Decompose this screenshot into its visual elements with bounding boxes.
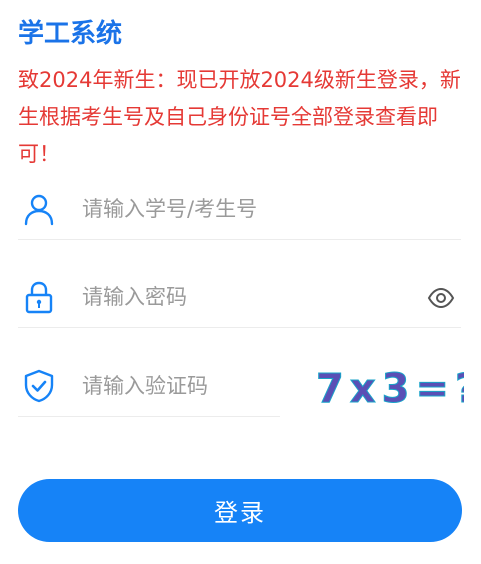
username-field: [18, 180, 461, 240]
captcha-field: [18, 357, 280, 417]
page-title: 学工系统: [18, 19, 123, 49]
captcha-input[interactable]: [82, 365, 272, 407]
lock-icon: [25, 281, 53, 314]
username-input[interactable]: [82, 188, 382, 230]
enrollment-notice: 致2024年新生：现已开放2024级新生登录，新生根据考生号及自己身份证号全部登…: [18, 68, 461, 166]
login-button[interactable]: 登录: [18, 479, 462, 542]
user-icon: [24, 194, 54, 226]
password-field: [18, 268, 461, 328]
captcha-text: 7x3=?: [316, 366, 464, 412]
captcha-image[interactable]: 7x3=?: [312, 352, 464, 416]
password-input[interactable]: [82, 276, 382, 318]
shield-check-icon: [24, 369, 54, 403]
eye-icon[interactable]: [427, 284, 455, 312]
login-page: 学工系统 致2024年新生：现已开放2024级新生登录，新生根据考生号及自己身份…: [0, 0, 481, 564]
